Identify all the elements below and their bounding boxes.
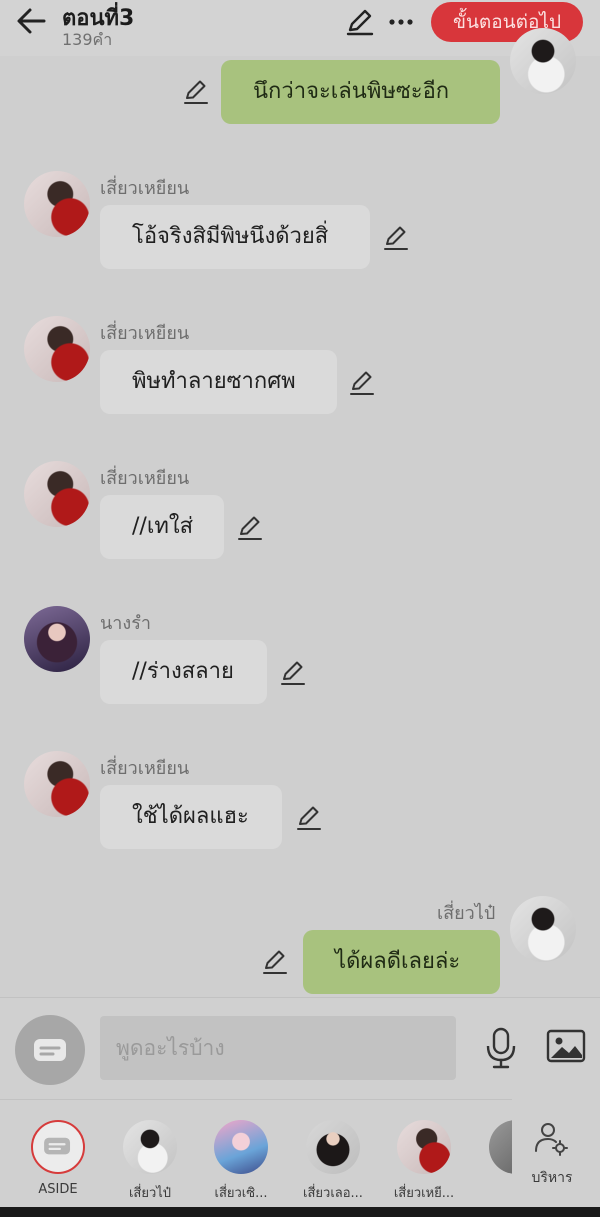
character-label: เสี่ยวเหยี... [393, 1186, 455, 1201]
user-settings-icon [535, 1123, 568, 1156]
avatar-xiaopai[interactable] [510, 28, 576, 94]
sender-name: เสี่ยวเหยียน [100, 323, 190, 344]
avatar-xiaopai [123, 1120, 177, 1174]
avatar-xiaoyan[interactable] [24, 461, 90, 527]
avatar-xiaoyan[interactable] [24, 316, 90, 382]
avatar-xiaoshi [214, 1120, 268, 1174]
pencil-icon[interactable] [344, 8, 376, 36]
sender-name: นางรำ [100, 613, 151, 634]
sender-name: เสี่ยวเหยียน [100, 758, 190, 779]
message-bubble[interactable]: ได้ผลดีเลยล่ะ [303, 930, 500, 994]
message-bubble[interactable]: //ร่างสลาย [100, 640, 267, 704]
edit-message-icon[interactable] [261, 948, 289, 976]
character-selector-bar: ASIDE เสี่ยวไป๋ เสี่ยวเซิ... เสี่ยวเลอ..… [0, 1099, 600, 1207]
edit-message-icon[interactable] [295, 804, 323, 832]
avatar-xiaoyan [397, 1120, 451, 1174]
message-bubble[interactable]: โอ้จริงสิมีพิษนึงด้วยสิ่ [100, 205, 370, 269]
more-dots-icon[interactable] [386, 8, 416, 36]
character-label: ASIDE [38, 1182, 78, 1197]
avatar-xiaolao [306, 1120, 360, 1174]
aside-avatar [31, 1120, 85, 1174]
avatar-xiaoyan[interactable] [24, 171, 90, 237]
manage-characters-button[interactable]: บริหาร [512, 1099, 600, 1207]
manage-label: บริหาร [531, 1170, 573, 1186]
message-input-bar [0, 997, 600, 1099]
edit-message-icon[interactable] [182, 78, 210, 106]
sender-name: เสี่ยวไป๋ [437, 903, 496, 924]
edit-message-icon[interactable] [236, 514, 264, 542]
character-label: เสี่ยวเลอ... [303, 1186, 363, 1201]
edit-message-icon[interactable] [279, 659, 307, 687]
chat-header: ตอนที่3 139คำ ขั้นตอนต่อไป [0, 0, 600, 56]
back-arrow-icon[interactable] [14, 6, 48, 36]
avatar-nangram[interactable] [24, 606, 90, 672]
microphone-icon[interactable] [484, 1026, 518, 1070]
message-bubble[interactable]: นึกว่าจะเล่นพิษซะอีก [221, 60, 500, 124]
chat-bubble-icon [34, 1039, 66, 1061]
message-input[interactable] [100, 1016, 456, 1080]
edit-message-icon[interactable] [348, 369, 376, 397]
character-xiaolao[interactable]: เสี่ยวเลอ... [293, 1100, 373, 1208]
character-xiaopai[interactable]: เสี่ยวไป๋ [110, 1100, 190, 1208]
sender-name: เสี่ยวเหยียน [100, 468, 190, 489]
aside-toggle-button[interactable] [15, 1015, 85, 1085]
word-count: 139คำ [62, 30, 113, 49]
system-nav-strip [0, 1207, 600, 1217]
character-aside[interactable]: ASIDE [18, 1100, 98, 1208]
message-bubble[interactable]: พิษทำลายซากศพ [100, 350, 337, 414]
avatar-xiaoyan[interactable] [24, 751, 90, 817]
character-label: เสี่ยวเซิ... [214, 1186, 268, 1201]
sender-name: เสี่ยวเหยียน [100, 178, 190, 199]
chat-bubble-icon [44, 1137, 71, 1155]
character-xiaoyan[interactable]: เสี่ยวเหยี... [384, 1100, 464, 1208]
character-xiaoshi[interactable]: เสี่ยวเซิ... [201, 1100, 281, 1208]
avatar-xiaopai[interactable] [510, 896, 576, 962]
message-bubble[interactable]: //เทใส่ [100, 495, 224, 559]
edit-message-icon[interactable] [382, 224, 410, 252]
character-label: เสี่ยวไป๋ [128, 1186, 172, 1201]
image-icon[interactable] [546, 1028, 586, 1064]
message-bubble[interactable]: ใช้ได้ผลแฮะ [100, 785, 282, 849]
